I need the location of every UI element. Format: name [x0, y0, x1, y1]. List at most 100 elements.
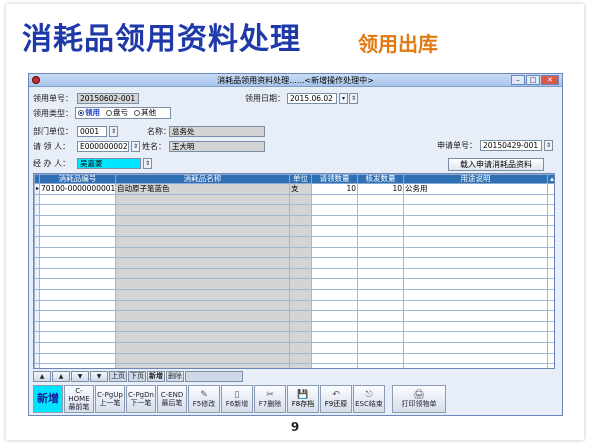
import-request-button[interactable]: 载入申请消耗品资料: [448, 158, 544, 171]
maximize-icon[interactable]: □: [526, 75, 540, 85]
empty-cell[interactable]: [289, 225, 312, 237]
empty-cell[interactable]: [115, 235, 290, 248]
table-row[interactable]: [34, 257, 554, 269]
empty-cell[interactable]: [357, 225, 404, 237]
scrollbar[interactable]: [547, 320, 554, 333]
empty-cell[interactable]: [289, 278, 312, 290]
table-row[interactable]: [34, 363, 554, 368]
scrollbar[interactable]: [547, 352, 554, 365]
scrollbar[interactable]: [547, 310, 554, 322]
empty-cell[interactable]: [289, 341, 312, 354]
empty-cell[interactable]: [289, 352, 312, 365]
col-issue-qty[interactable]: 核发数量: [357, 174, 404, 184]
handler-lookup-icon[interactable]: ⇕: [143, 158, 152, 169]
add-row-button[interactable]: 新增: [147, 371, 165, 382]
nav-button-0[interactable]: C-HOME 最前笔: [64, 385, 94, 413]
apply-no-field[interactable]: 20150429-001: [480, 140, 542, 151]
empty-cell[interactable]: [39, 278, 116, 290]
empty-cell[interactable]: [311, 331, 358, 343]
empty-cell[interactable]: [39, 288, 116, 301]
new-record-button[interactable]: 新增: [33, 385, 63, 413]
delete-button[interactable]: ✂ F7删除: [254, 385, 286, 413]
empty-cell[interactable]: [403, 278, 548, 290]
empty-cell[interactable]: [357, 363, 404, 368]
empty-cell[interactable]: [403, 310, 548, 322]
table-row[interactable]: [34, 204, 554, 216]
last-record-icon[interactable]: ▼: [90, 371, 108, 382]
cell-purpose[interactable]: 公务用: [403, 183, 548, 195]
empty-cell[interactable]: [39, 267, 116, 280]
empty-cell[interactable]: [357, 341, 404, 354]
window-titlebar[interactable]: 消耗品领用资料处理......<新增操作处理中> – □ ✕: [29, 74, 562, 87]
table-row[interactable]: [34, 331, 554, 343]
empty-cell[interactable]: [115, 352, 290, 365]
empty-cell[interactable]: [289, 257, 312, 269]
delete-row-button[interactable]: 删除: [166, 371, 184, 382]
empty-cell[interactable]: [357, 352, 404, 365]
table-row[interactable]: ▸ 70100-0000000001 自动原子笔蓝色 支 10 10 公务用: [34, 183, 554, 195]
empty-cell[interactable]: [115, 320, 290, 333]
scrollbar[interactable]: [547, 341, 554, 354]
date-field[interactable]: 2015.06.02: [287, 93, 337, 104]
empty-cell[interactable]: [311, 225, 358, 237]
empty-cell[interactable]: [289, 246, 312, 259]
empty-cell[interactable]: [311, 257, 358, 269]
scroll-up-icon[interactable]: ▴: [547, 174, 554, 184]
empty-cell[interactable]: [115, 341, 290, 354]
empty-cell[interactable]: [115, 257, 290, 269]
applicant-code-field[interactable]: E000000002: [77, 141, 129, 152]
table-row[interactable]: [34, 320, 554, 333]
empty-cell[interactable]: [357, 267, 404, 280]
scrollbar[interactable]: [547, 257, 554, 269]
empty-cell[interactable]: [311, 363, 358, 368]
scrollbar[interactable]: [547, 363, 554, 368]
empty-cell[interactable]: [311, 204, 358, 216]
table-row[interactable]: [34, 288, 554, 301]
empty-cell[interactable]: [357, 320, 404, 333]
col-request-qty[interactable]: 请领数量: [311, 174, 358, 184]
scrollbar[interactable]: [547, 183, 554, 195]
radio-requisition[interactable]: 领用: [78, 108, 100, 118]
minimize-icon[interactable]: –: [511, 75, 525, 85]
items-grid[interactable]: 消耗品编号 消耗品名称 单位 请领数量 核发数量 用途说明 ▴ ▸ 70100-…: [33, 173, 555, 369]
empty-cell[interactable]: [357, 235, 404, 248]
empty-cell[interactable]: [311, 320, 358, 333]
empty-cell[interactable]: [311, 193, 358, 206]
empty-cell[interactable]: [357, 331, 404, 343]
cell-item-no[interactable]: 70100-0000000001: [39, 183, 116, 195]
empty-cell[interactable]: [289, 267, 312, 280]
undo-button[interactable]: ↶ F9还原: [320, 385, 352, 413]
empty-cell[interactable]: [289, 235, 312, 248]
empty-cell[interactable]: [311, 246, 358, 259]
empty-cell[interactable]: [289, 288, 312, 301]
apply-no-lookup-icon[interactable]: ⇕: [544, 140, 553, 151]
table-row[interactable]: [34, 341, 554, 354]
empty-cell[interactable]: [289, 193, 312, 206]
empty-cell[interactable]: [289, 331, 312, 343]
col-unit[interactable]: 单位: [289, 174, 312, 184]
empty-cell[interactable]: [39, 352, 116, 365]
empty-cell[interactable]: [357, 204, 404, 216]
empty-cell[interactable]: [39, 341, 116, 354]
radio-inventory-loss[interactable]: 盘亏: [106, 108, 128, 118]
nav-button-3[interactable]: C-END 最后笔: [157, 385, 187, 413]
table-row[interactable]: [34, 278, 554, 290]
empty-cell[interactable]: [357, 257, 404, 269]
cell-issue-qty[interactable]: 10: [357, 183, 404, 195]
save-button[interactable]: 💾 F8存档: [287, 385, 319, 413]
empty-cell[interactable]: [115, 225, 290, 237]
empty-cell[interactable]: [403, 214, 548, 227]
radio-other[interactable]: 其他: [134, 108, 156, 118]
scrollbar[interactable]: [547, 225, 554, 237]
empty-cell[interactable]: [115, 331, 290, 343]
dept-code-field[interactable]: 0001: [77, 126, 107, 137]
empty-cell[interactable]: [357, 214, 404, 227]
empty-cell[interactable]: [403, 235, 548, 248]
col-item-no[interactable]: 消耗品编号: [39, 174, 116, 184]
empty-cell[interactable]: [311, 214, 358, 227]
empty-cell[interactable]: [311, 235, 358, 248]
print-button[interactable]: 🖨 打印领物单: [392, 385, 446, 413]
empty-cell[interactable]: [403, 331, 548, 343]
empty-cell[interactable]: [115, 214, 290, 227]
page-down-button[interactable]: 下页: [128, 371, 146, 382]
